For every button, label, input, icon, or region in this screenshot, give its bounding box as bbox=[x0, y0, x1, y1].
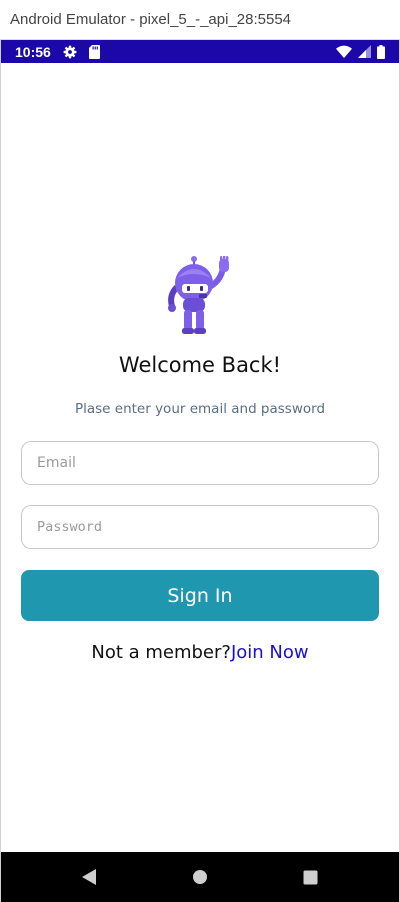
navigation-bar bbox=[1, 852, 399, 902]
cell-signal-icon bbox=[358, 45, 371, 58]
status-time: 10:56 bbox=[15, 43, 51, 60]
status-left-group: 10:56 bbox=[15, 44, 100, 60]
settings-gear-icon bbox=[63, 45, 77, 59]
email-field[interactable] bbox=[21, 441, 379, 485]
login-instructions: Plase enter your email and password bbox=[74, 401, 326, 417]
home-circle-icon bbox=[193, 870, 207, 884]
home-button[interactable] bbox=[170, 852, 230, 902]
login-screen: Welcome Back! Plase enter your email and… bbox=[1, 63, 399, 852]
recents-square-icon bbox=[303, 870, 317, 884]
welcome-title: Welcome Back! bbox=[118, 353, 282, 377]
wifi-icon bbox=[336, 45, 352, 58]
status-bar: 10:56 bbox=[1, 40, 399, 63]
password-input[interactable] bbox=[37, 519, 363, 535]
battery-icon bbox=[377, 44, 385, 59]
sign-in-button[interactable]: Sign In bbox=[21, 570, 379, 621]
emulator-title-bar: Android Emulator - pixel_5_-_api_28:5554 bbox=[0, 0, 400, 40]
status-right-group bbox=[336, 44, 385, 59]
recents-button[interactable] bbox=[280, 852, 340, 902]
password-field[interactable] bbox=[21, 505, 379, 549]
back-button[interactable] bbox=[59, 852, 119, 902]
email-input[interactable] bbox=[37, 455, 363, 471]
not-member-text: Not a member? bbox=[91, 642, 231, 663]
join-prompt: Not a member?Join Now bbox=[1, 642, 399, 663]
back-triangle-icon bbox=[82, 869, 96, 885]
emulator-title: Android Emulator - pixel_5_-_api_28:5554 bbox=[10, 11, 292, 28]
sd-card-icon bbox=[88, 44, 100, 59]
join-now-link[interactable]: Join Now bbox=[231, 642, 309, 663]
waving-robot-mascot-icon bbox=[163, 255, 239, 336]
